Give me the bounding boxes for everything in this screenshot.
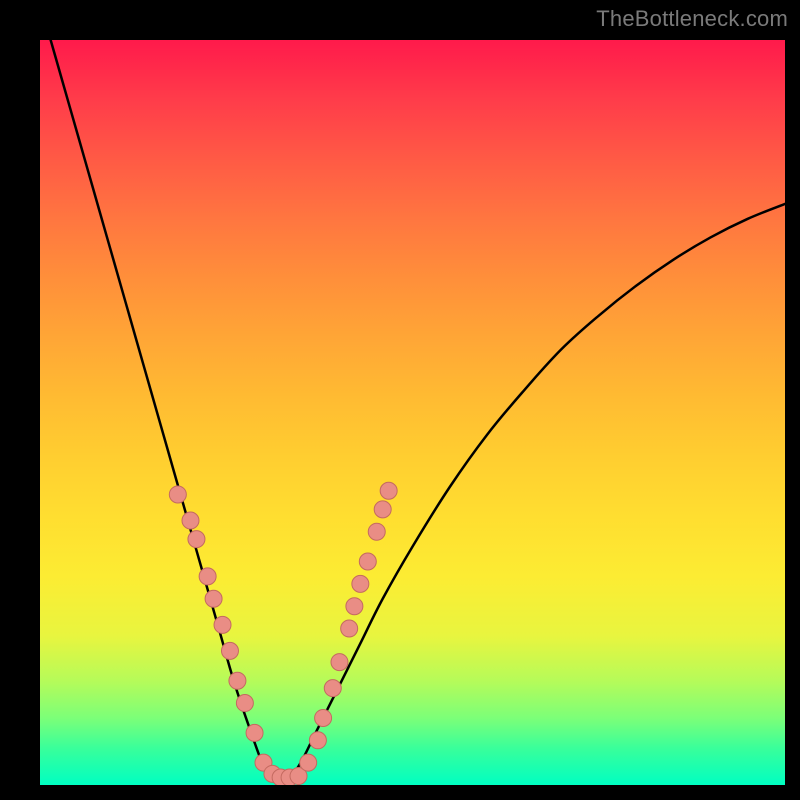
data-marker: [221, 642, 238, 659]
data-marker: [309, 732, 326, 749]
data-marker: [182, 512, 199, 529]
data-marker: [346, 598, 363, 615]
data-marker: [236, 695, 253, 712]
data-marker: [315, 709, 332, 726]
curve-left-branch: [40, 40, 278, 785]
data-marker: [368, 523, 385, 540]
data-marker: [169, 486, 186, 503]
plot-area: [40, 40, 785, 785]
data-marker: [380, 482, 397, 499]
data-marker: [359, 553, 376, 570]
data-markers: [169, 482, 397, 785]
data-marker: [352, 575, 369, 592]
watermark-text: TheBottleneck.com: [596, 6, 788, 32]
chart-svg: [40, 40, 785, 785]
data-marker: [199, 568, 216, 585]
data-marker: [205, 590, 222, 607]
outer-frame: TheBottleneck.com: [0, 0, 800, 800]
data-marker: [214, 616, 231, 633]
data-marker: [300, 754, 317, 771]
data-marker: [229, 672, 246, 689]
data-marker: [246, 724, 263, 741]
data-marker: [331, 654, 348, 671]
curve-right-branch: [286, 204, 785, 785]
data-marker: [324, 680, 341, 697]
data-marker: [188, 531, 205, 548]
data-marker: [374, 501, 391, 518]
data-marker: [341, 620, 358, 637]
